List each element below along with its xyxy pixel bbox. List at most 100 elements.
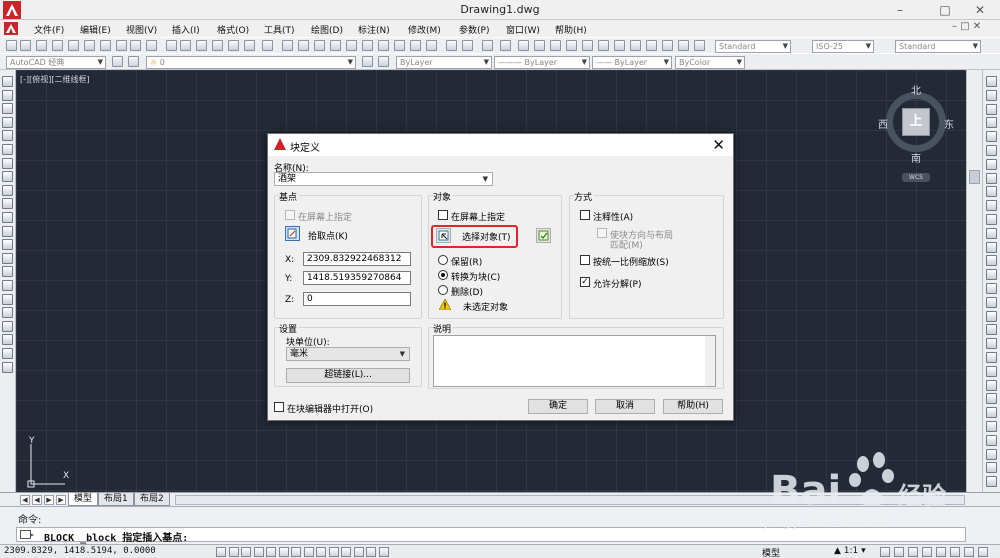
toolbar-button-icon[interactable]: [262, 40, 273, 51]
modify-tool-icon[interactable]: [986, 421, 997, 432]
modify-tool-icon[interactable]: [986, 172, 997, 184]
menu-item-9[interactable]: 参数(P): [459, 23, 489, 36]
toolbar-button-icon[interactable]: [662, 40, 673, 51]
cube-top-face[interactable]: 上: [902, 108, 930, 136]
draw-tool-icon[interactable]: [2, 280, 13, 291]
modify-tool-icon[interactable]: [986, 448, 997, 460]
menu-item-1[interactable]: 编辑(E): [80, 23, 111, 36]
modify-tool-icon[interactable]: [986, 76, 997, 87]
dialog-close-icon[interactable]: ✕: [712, 136, 725, 154]
maximize-button[interactable]: □: [925, 0, 965, 20]
minimize-button[interactable]: –: [880, 0, 920, 20]
toolbar-button-icon[interactable]: [678, 40, 689, 51]
modify-tool-icon[interactable]: [986, 393, 997, 405]
status-toggle-icon[interactable]: [378, 547, 389, 557]
tab-layout2[interactable]: 布局2: [134, 493, 170, 506]
modify-tool-icon[interactable]: [986, 131, 997, 143]
modify-tool-icon[interactable]: [986, 89, 997, 101]
toolbar-button-icon[interactable]: [52, 40, 63, 51]
modify-tool-icon[interactable]: [986, 296, 997, 308]
status-toggle-icon[interactable]: [366, 547, 376, 557]
status-tray-icon[interactable]: [950, 547, 960, 557]
modify-tool-icon[interactable]: [986, 310, 997, 322]
first-tab-icon[interactable]: ◀: [20, 495, 30, 505]
toolbar-button-icon[interactable]: [100, 40, 111, 51]
toolbar-button-icon[interactable]: [298, 40, 309, 51]
draw-tool-icon[interactable]: [2, 348, 13, 359]
status-toggle-icon[interactable]: [216, 547, 226, 557]
close-button[interactable]: ✕: [960, 0, 1000, 20]
toolbar-button-icon[interactable]: [166, 40, 177, 51]
workspace-settings-icon[interactable]: [112, 56, 123, 67]
description-textarea[interactable]: [433, 335, 716, 387]
text-style-combo[interactable]: Standard ▼: [715, 40, 791, 53]
draw-tool-icon[interactable]: [2, 116, 13, 128]
menu-item-6[interactable]: 绘图(D): [311, 23, 343, 36]
status-tray-icon[interactable]: [978, 547, 988, 557]
toolbar-button-icon[interactable]: [550, 40, 561, 51]
modify-tool-icon[interactable]: [986, 379, 997, 391]
model-space-toggle[interactable]: 模型: [762, 546, 780, 558]
toolbar-button-icon[interactable]: [212, 40, 223, 51]
menu-item-4[interactable]: 格式(O): [217, 23, 249, 36]
menu-app-icon[interactable]: [4, 22, 18, 35]
annotation-scale[interactable]: ▲ 1:1 ▾: [834, 546, 866, 556]
status-toggle-icon[interactable]: [291, 547, 301, 557]
draw-tool-icon[interactable]: [2, 239, 13, 251]
menu-item-0[interactable]: 文件(F): [34, 23, 64, 36]
status-tray-icon[interactable]: [922, 547, 932, 557]
status-toggle-icon[interactable]: [278, 547, 289, 557]
last-tab-icon[interactable]: ▶: [56, 495, 66, 505]
pick-point-icon[interactable]: [285, 226, 300, 241]
convert-to-block-radio[interactable]: [438, 270, 448, 280]
toolbar-button-icon[interactable]: [566, 40, 577, 51]
draw-tool-icon[interactable]: [2, 320, 13, 332]
make-current-icon[interactable]: [362, 56, 373, 67]
toolbar-button-icon[interactable]: [446, 40, 457, 51]
menu-item-11[interactable]: 帮助(H): [555, 23, 587, 36]
modify-tool-icon[interactable]: [986, 324, 997, 336]
toolbar-button-icon[interactable]: [180, 40, 191, 51]
menu-window-controls[interactable]: – □ ✕: [952, 21, 981, 32]
objects-on-screen-checkbox[interactable]: [438, 210, 448, 220]
delete-radio[interactable]: [438, 285, 448, 295]
viewport-label[interactable]: [-][俯视][二维线框]: [20, 74, 90, 85]
draw-tool-icon[interactable]: [2, 89, 13, 101]
toolbar-button-icon[interactable]: [500, 40, 511, 51]
description-scrollbar[interactable]: [705, 336, 715, 386]
menu-item-2[interactable]: 视图(V): [126, 23, 157, 36]
draw-tool-icon[interactable]: [2, 307, 13, 319]
modify-tool-icon[interactable]: [986, 186, 997, 198]
modify-tool-icon[interactable]: [986, 117, 997, 129]
toolbar-button-icon[interactable]: [314, 40, 325, 51]
status-toggle-icon[interactable]: [266, 547, 276, 557]
scale-uniformly-checkbox[interactable]: [580, 255, 590, 265]
next-tab-icon[interactable]: ▶: [44, 495, 54, 505]
layer-combo[interactable]: ☼ 0 ▼: [146, 56, 356, 69]
coordinate-readout[interactable]: 2309.8329, 1418.5194, 0.0000: [4, 546, 156, 556]
toolbar-button-icon[interactable]: [244, 40, 255, 51]
retain-radio[interactable]: [438, 255, 448, 265]
toolbar-button-icon[interactable]: [20, 40, 31, 51]
toolbar-button-icon[interactable]: [130, 40, 141, 51]
draw-tool-icon[interactable]: [2, 293, 13, 305]
modify-tool-icon[interactable]: [986, 283, 997, 294]
draw-tool-icon[interactable]: [2, 266, 13, 278]
base-on-screen-checkbox[interactable]: [285, 210, 295, 220]
base-z-input[interactable]: 0: [303, 292, 411, 306]
status-toggle-icon[interactable]: [228, 547, 239, 557]
toolbar-button-icon[interactable]: [196, 40, 207, 51]
toolbar-button-icon[interactable]: [6, 40, 17, 51]
compass-north[interactable]: 北: [911, 82, 921, 97]
layer-manager-icon[interactable]: [128, 56, 139, 67]
modify-tool-icon[interactable]: [986, 255, 997, 267]
status-toggle-icon[interactable]: [328, 547, 339, 557]
toolbar-button-icon[interactable]: [146, 40, 157, 51]
draw-tool-icon[interactable]: [2, 361, 13, 373]
modify-tool-icon[interactable]: [986, 462, 997, 474]
draw-tool-icon[interactable]: [2, 130, 13, 142]
plot-style-combo[interactable]: ByColor ▼: [675, 56, 745, 69]
command-line-icon[interactable]: [20, 530, 34, 540]
color-combo[interactable]: ByLayer ▼: [396, 56, 492, 69]
block-unit-combo[interactable]: 毫米 ▼: [286, 347, 410, 361]
